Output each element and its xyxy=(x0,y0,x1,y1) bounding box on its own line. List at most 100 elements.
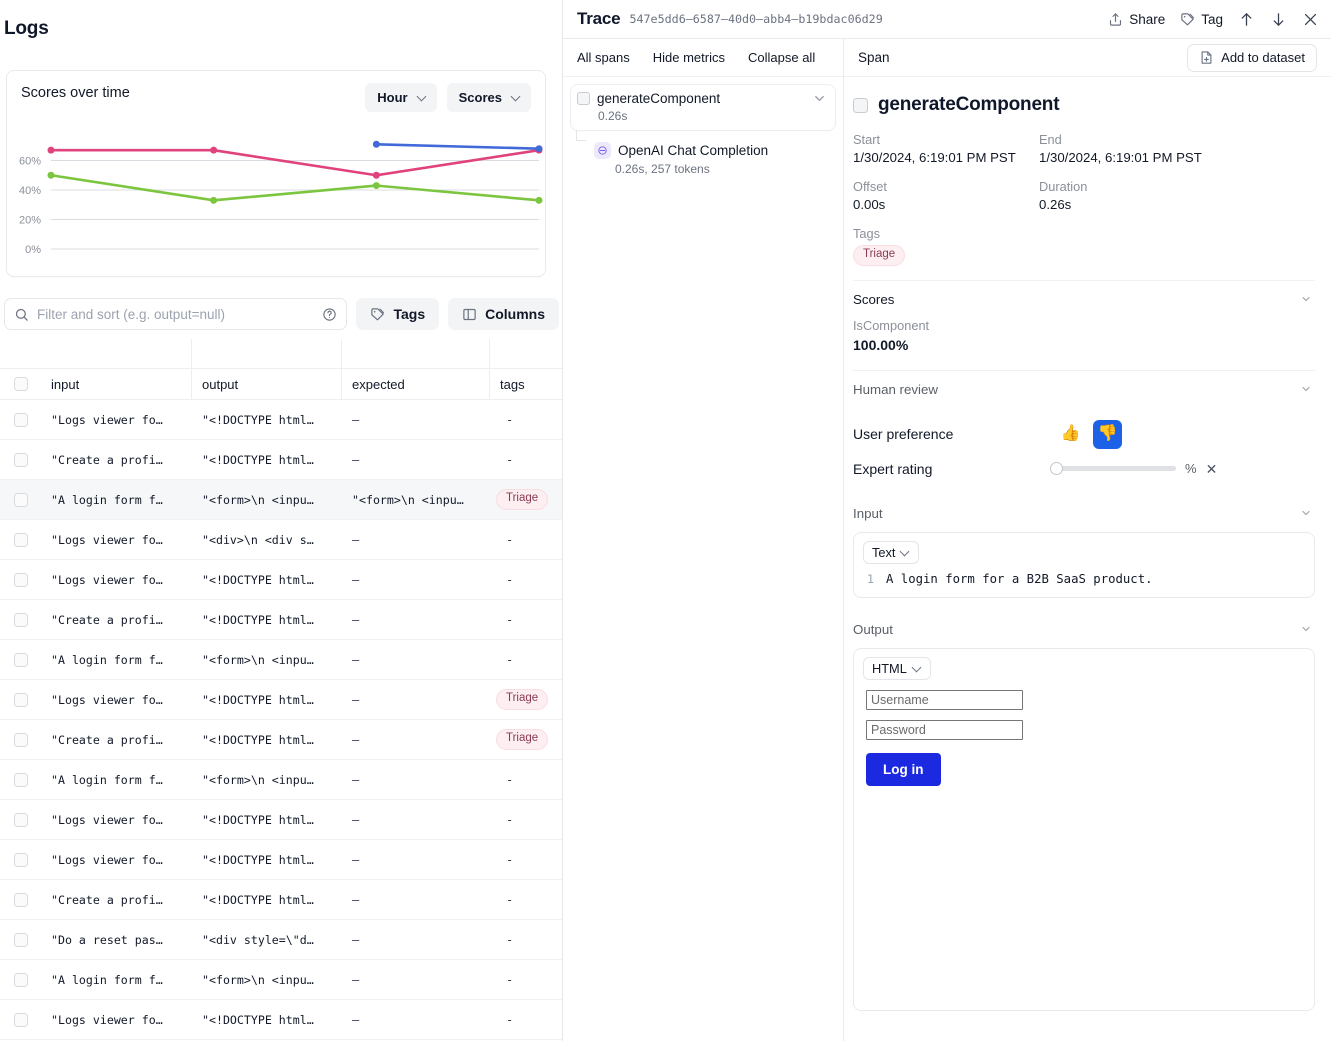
input-section-header[interactable]: Input xyxy=(853,495,1315,530)
row-checkbox[interactable] xyxy=(14,573,28,587)
slider-knob[interactable] xyxy=(1050,462,1063,475)
table-row[interactable]: "Logs viewer fo…"<!DOCTYPE html…–Triage xyxy=(0,680,563,720)
password-field[interactable] xyxy=(866,720,1023,740)
table-row[interactable]: "A login form f…"<form>\n <inpu…–- xyxy=(0,960,563,1000)
row-checkbox[interactable] xyxy=(14,533,28,547)
search-icon xyxy=(14,307,29,322)
output-section-header[interactable]: Output xyxy=(853,611,1315,646)
filter-input-wrap[interactable] xyxy=(4,298,347,330)
status-badge[interactable]: Triage xyxy=(496,729,548,750)
select-all-checkbox[interactable] xyxy=(14,377,28,391)
span-detail-title: generateComponent xyxy=(878,94,1059,116)
username-field[interactable] xyxy=(866,690,1023,710)
row-checkbox[interactable] xyxy=(14,773,28,787)
search-input[interactable] xyxy=(37,307,314,322)
metric-select[interactable]: Scores xyxy=(447,83,531,112)
add-to-dataset-button[interactable]: Add to dataset xyxy=(1187,44,1317,72)
chart-point[interactable] xyxy=(48,147,55,154)
column-header-input[interactable]: input xyxy=(41,369,192,400)
row-checkbox[interactable] xyxy=(14,853,28,867)
interval-select[interactable]: Hour xyxy=(365,83,436,112)
end-value: 1/30/2024, 6:19:01 PM PST xyxy=(1039,150,1315,165)
columns-button[interactable]: Columns xyxy=(448,298,559,330)
input-format-select[interactable]: Text xyxy=(863,541,919,564)
row-checkbox[interactable] xyxy=(14,973,28,987)
tree-connector-elbow xyxy=(576,140,586,141)
row-checkbox[interactable] xyxy=(14,813,28,827)
row-checkbox[interactable] xyxy=(14,653,28,667)
input-box: Text 1 A login form for a B2B SaaS produ… xyxy=(853,532,1315,598)
chevron-down-icon[interactable] xyxy=(1300,623,1312,635)
span-checkbox[interactable] xyxy=(577,92,590,105)
chart-point[interactable] xyxy=(536,145,543,152)
table-row[interactable]: "Create a profi…"<!DOCTYPE html…–- xyxy=(0,600,563,640)
cell-tags: - xyxy=(490,440,563,479)
table-row[interactable]: "Do a reset pas…"<div style=\"d…–- xyxy=(0,920,563,960)
row-checkbox[interactable] xyxy=(14,613,28,627)
row-checkbox[interactable] xyxy=(14,493,28,507)
chart-point[interactable] xyxy=(210,147,217,154)
cell-output: "<form>\n <inpu… xyxy=(192,960,342,999)
tag-button[interactable]: Tag xyxy=(1180,12,1223,27)
collapse-all-button[interactable]: Collapse all xyxy=(748,50,815,65)
row-checkbox[interactable] xyxy=(14,693,28,707)
expert-rating-slider[interactable] xyxy=(1056,466,1176,471)
table-row[interactable]: "Logs viewer fo…"<!DOCTYPE html…–- xyxy=(0,560,563,600)
column-header-expected[interactable]: expected xyxy=(342,369,490,400)
chart-point[interactable] xyxy=(536,197,543,204)
share-button[interactable]: Share xyxy=(1108,12,1165,27)
table-row[interactable]: "Create a profi…"<!DOCTYPE html…–- xyxy=(0,440,563,480)
row-checkbox[interactable] xyxy=(14,933,28,947)
clear-rating-icon[interactable]: ✕ xyxy=(1206,462,1218,476)
table-row[interactable]: "Logs viewer fo…"<div>\n <div s…–- xyxy=(0,520,563,560)
table-row[interactable]: "A login form f…"<form>\n <inpu…–- xyxy=(0,760,563,800)
scores-over-time-card: Scores over time Hour Scores 0%20%40%60% xyxy=(6,70,546,277)
table-row[interactable]: "Create a profi…"<!DOCTYPE html…–Triage xyxy=(0,720,563,760)
table-row[interactable]: "Logs viewer fo…"<!DOCTYPE html…–- xyxy=(0,1000,563,1040)
row-checkbox[interactable] xyxy=(14,893,28,907)
status-badge[interactable]: Triage xyxy=(496,489,548,510)
table-row[interactable]: "Logs viewer fo…"<!DOCTYPE html…–- xyxy=(0,840,563,880)
span-node-generatecomponent[interactable]: generateComponent 0.26s xyxy=(571,85,835,130)
chevron-down-icon[interactable] xyxy=(1300,507,1312,519)
arrow-down-icon[interactable] xyxy=(1270,11,1287,28)
human-review-section-header[interactable]: Human review xyxy=(853,370,1315,406)
table-row[interactable]: "Logs viewer fo…"<!DOCTYPE html…–- xyxy=(0,800,563,840)
table-row[interactable]: "A login form f…"<form>\n <inpu…–- xyxy=(0,640,563,680)
expert-rating-label: Expert rating xyxy=(853,461,1056,477)
column-header-tags[interactable]: tags xyxy=(490,369,563,400)
chevron-down-icon[interactable] xyxy=(812,91,827,106)
tags-button[interactable]: Tags xyxy=(356,298,439,330)
arrow-up-icon[interactable] xyxy=(1238,11,1255,28)
chart-point[interactable] xyxy=(373,182,380,189)
close-icon[interactable] xyxy=(1302,11,1319,28)
status-badge[interactable]: Triage xyxy=(496,689,548,710)
chevron-down-icon xyxy=(901,548,910,557)
table-row[interactable]: "A login form f…"<form>\n <inpu…"<form>\… xyxy=(0,480,563,520)
chart-point[interactable] xyxy=(48,172,55,179)
span-detail-checkbox[interactable] xyxy=(853,98,868,113)
table-row[interactable]: "Logs viewer fo…"<!DOCTYPE html…–- xyxy=(0,400,563,440)
output-format-select[interactable]: HTML xyxy=(863,657,931,680)
table-row[interactable]: "Create a profi…"<!DOCTYPE html…–- xyxy=(0,880,563,920)
span-row: OpenAI Chat Completion xyxy=(594,142,829,159)
row-checkbox[interactable] xyxy=(14,1013,28,1027)
chevron-down-icon[interactable] xyxy=(1300,293,1312,305)
login-button[interactable]: Log in xyxy=(866,753,941,786)
row-checkbox[interactable] xyxy=(14,733,28,747)
all-spans-button[interactable]: All spans xyxy=(577,50,630,65)
hide-metrics-button[interactable]: Hide metrics xyxy=(653,50,725,65)
row-checkbox[interactable] xyxy=(14,413,28,427)
status-badge[interactable]: Triage xyxy=(853,245,905,266)
span-node-openai-chat-completion[interactable]: OpenAI Chat Completion 0.26s, 257 tokens xyxy=(588,139,835,180)
chevron-down-icon[interactable] xyxy=(1300,383,1312,395)
row-checkbox[interactable] xyxy=(14,453,28,467)
thumbs-up-icon[interactable]: 👍 xyxy=(1056,420,1085,449)
question-circle-icon[interactable] xyxy=(322,307,337,322)
chart-point[interactable] xyxy=(373,172,380,179)
thumbs-down-icon[interactable]: 👎 xyxy=(1093,420,1122,449)
scores-section-header[interactable]: Scores xyxy=(853,280,1315,316)
chart-point[interactable] xyxy=(210,197,217,204)
chart-point[interactable] xyxy=(373,141,380,148)
column-header-output[interactable]: output xyxy=(192,369,342,400)
